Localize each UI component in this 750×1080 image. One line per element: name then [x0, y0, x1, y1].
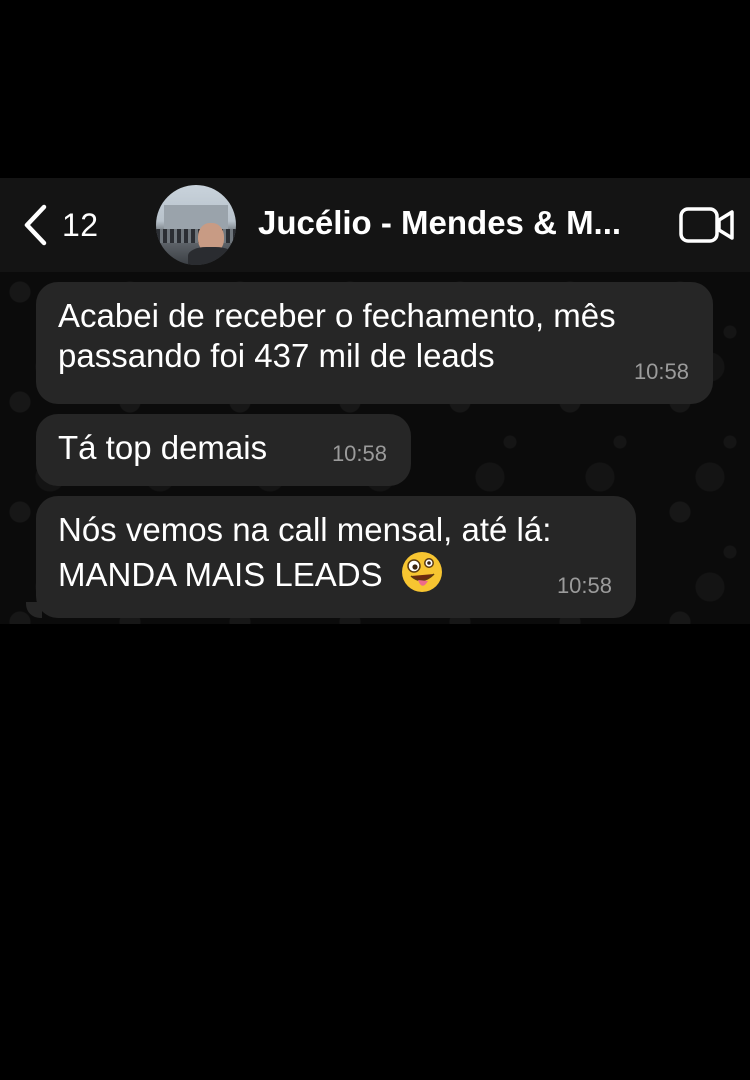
message-text: MANDA MAIS LEADS	[58, 556, 383, 593]
message-text: passando foi 437 mil de leads	[58, 337, 495, 374]
contact-name[interactable]: Jucélio - Mendes & M...	[258, 204, 658, 242]
message-time: 10:58	[556, 573, 612, 598]
video-call-button[interactable]	[678, 206, 736, 249]
message-time: 10:58	[633, 359, 689, 384]
message-bubble[interactable]: Nós vemos na call mensal, até lá: MANDA …	[36, 496, 636, 618]
message-text: Tá top demais	[58, 429, 268, 466]
chat-header: 12 Jucélio - Mendes & M...	[0, 178, 750, 272]
message-time: 10:58	[331, 441, 387, 466]
unread-count: 12	[62, 206, 99, 243]
message-bubble[interactable]: Acabei de receber o fechamento, mês pass…	[36, 282, 713, 404]
chevron-left-icon	[24, 204, 47, 246]
chat-area[interactable]: Acabei de receber o fechamento, mês pass…	[0, 272, 750, 624]
avatar[interactable]	[156, 185, 236, 265]
video-camera-icon	[679, 207, 734, 243]
message-bubble[interactable]: Tá top demais 10:58	[36, 414, 411, 486]
bubble-tail	[26, 602, 42, 618]
message-text: Acabei de receber o fechamento, mês	[58, 297, 616, 334]
zany-face-emoji	[400, 550, 444, 603]
back-button[interactable]: 12	[22, 200, 99, 250]
message-text: Nós vemos na call mensal, até lá:	[58, 511, 552, 548]
